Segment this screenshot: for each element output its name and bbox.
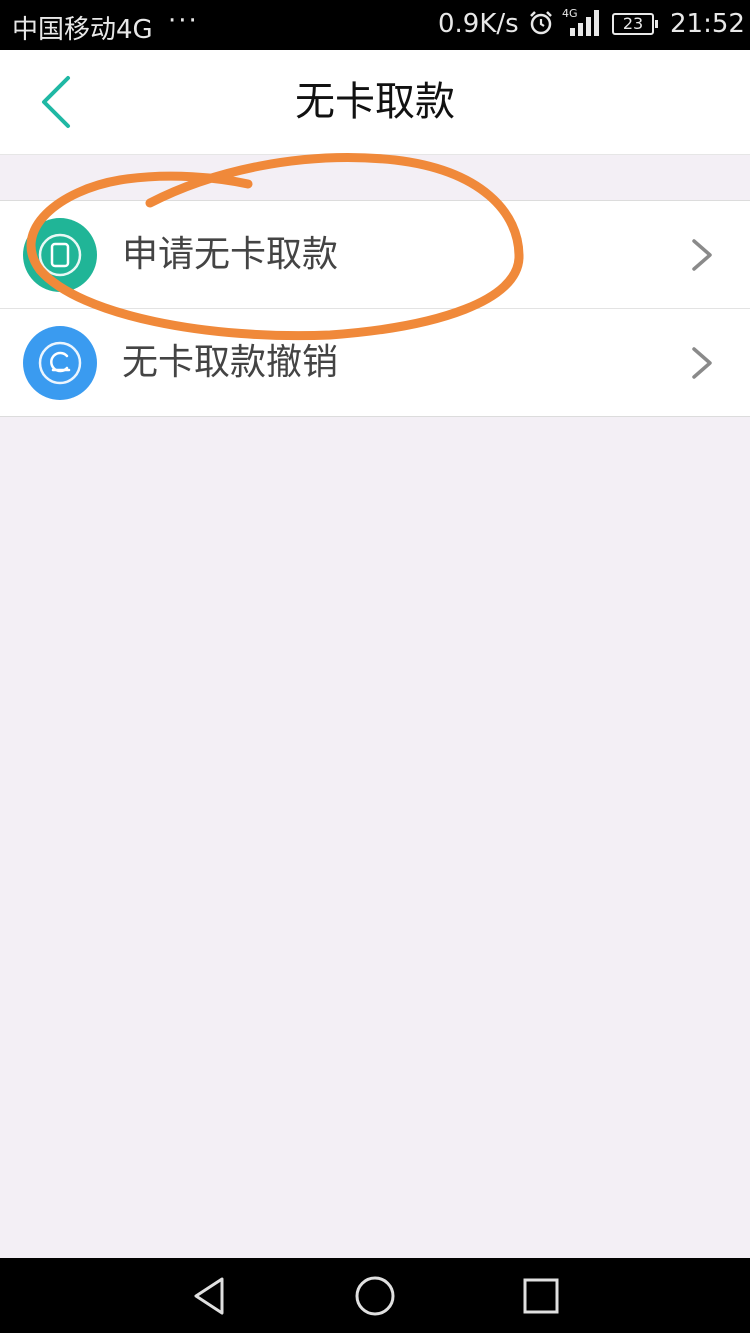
chevron-right-icon bbox=[692, 239, 712, 271]
menu-item-apply-cardless-withdrawal[interactable]: 申请无卡取款 bbox=[0, 201, 750, 308]
battery-level: 23 bbox=[622, 14, 644, 33]
menu-item-label: 无卡取款撤销 bbox=[122, 342, 339, 383]
phone-card-icon bbox=[23, 218, 97, 292]
home-circle-icon[interactable] bbox=[353, 1274, 397, 1318]
status-bar: 中国移动4G ··· 0.9K/s 4G 23 21:52 bbox=[0, 0, 750, 50]
network-type: 4G bbox=[562, 7, 578, 20]
alarm-icon bbox=[530, 11, 552, 35]
net-speed: 0.9K/s bbox=[438, 9, 519, 39]
undo-icon bbox=[23, 326, 97, 400]
app-header: 无卡取款 bbox=[0, 50, 750, 155]
recents-square-icon[interactable] bbox=[519, 1274, 563, 1318]
chevron-left-icon[interactable] bbox=[36, 74, 80, 130]
menu-item-cancel-cardless-withdrawal[interactable]: 无卡取款撤销 bbox=[0, 308, 750, 416]
menu-list: 申请无卡取款 无卡取款撤销 bbox=[0, 200, 750, 417]
menu-item-label: 申请无卡取款 bbox=[122, 234, 339, 275]
battery-icon: 23 bbox=[612, 13, 658, 35]
more-notifications-dots: ··· bbox=[168, 6, 199, 36]
carrier-label: 中国移动4G bbox=[12, 15, 153, 45]
back-triangle-icon[interactable] bbox=[188, 1274, 232, 1318]
signal-icon: 4G bbox=[562, 7, 599, 36]
chevron-right-icon bbox=[692, 347, 712, 379]
page-title: 无卡取款 bbox=[295, 79, 455, 125]
clock: 21:52 bbox=[670, 9, 745, 39]
system-nav-bar bbox=[0, 1258, 750, 1333]
